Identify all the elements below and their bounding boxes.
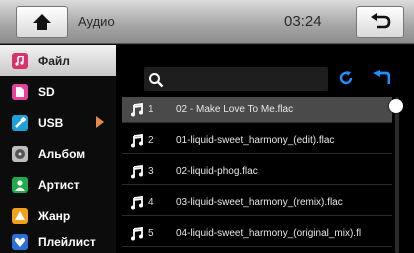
- track-list: 1 02 - Make Love To Me.flac 2 01-liquid-…: [116, 97, 414, 253]
- sidebar-item-usb[interactable]: USB: [0, 107, 116, 138]
- search-input[interactable]: [144, 67, 328, 91]
- usb-icon: [12, 114, 28, 131]
- track-row[interactable]: 1 02 - Make Love To Me.flac: [122, 97, 392, 123]
- track-name: 02 - Make Love To Me.flac: [176, 104, 294, 115]
- sidebar: Файл SD USB Альбом Артист Жанр Плейлист: [0, 45, 116, 253]
- sidebar-item-sd[interactable]: SD: [0, 76, 116, 107]
- back-button[interactable]: [356, 6, 404, 38]
- sidebar-item-artist[interactable]: Артист: [0, 169, 116, 200]
- sidebar-item-label: Жанр: [38, 208, 71, 223]
- sd-card-icon: [12, 83, 28, 100]
- search-icon[interactable]: [148, 72, 164, 88]
- playlist-icon: [12, 234, 28, 250]
- music-note-icon: [131, 226, 143, 240]
- album-icon: [12, 145, 28, 162]
- scrollbar-thumb[interactable]: [389, 99, 403, 113]
- sidebar-item-label: Плейлист: [38, 235, 96, 249]
- sidebar-item-label: Альбом: [38, 146, 86, 161]
- file-icon: [12, 52, 28, 69]
- track-name: 04-liquid-sweet_harmony_(original_mix).f…: [176, 228, 362, 239]
- sidebar-item-genre[interactable]: Жанр: [0, 200, 116, 231]
- app-title: Аудио: [78, 14, 115, 29]
- home-button[interactable]: [16, 6, 68, 38]
- music-note-icon: [131, 102, 143, 116]
- top-bar: Аудио 03:24: [0, 0, 414, 44]
- return-icon: [371, 13, 391, 29]
- track-row[interactable]: 4 03-liquid-sweet_harmony_(remix).flac: [122, 190, 392, 216]
- track-row[interactable]: 2 01-liquid-sweet_harmony_(edit).flac: [122, 128, 392, 154]
- track-number: 5: [148, 228, 154, 239]
- track-name: 01-liquid-sweet_harmony_(edit).flac: [176, 135, 335, 146]
- sidebar-item-file[interactable]: Файл: [0, 45, 116, 76]
- current-source-arrow-icon: [96, 116, 104, 128]
- track-number: 4: [148, 197, 154, 208]
- track-number: 3: [148, 166, 154, 177]
- file-browser: 1 02 - Make Love To Me.flac 2 01-liquid-…: [116, 45, 414, 253]
- scrollbar-track[interactable]: [395, 97, 399, 253]
- up-folder-icon[interactable]: [372, 70, 390, 86]
- sidebar-item-label: Файл: [38, 53, 70, 68]
- track-name: 02-liquid-phog.flac: [176, 166, 258, 177]
- refresh-icon[interactable]: [338, 70, 354, 86]
- track-number: 1: [148, 104, 154, 115]
- track-name: 03-liquid-sweet_harmony_(remix).flac: [176, 197, 343, 208]
- track-number: 2: [148, 135, 154, 146]
- sidebar-item-label: Артист: [38, 177, 80, 192]
- sidebar-item-playlist[interactable]: Плейлист: [0, 231, 116, 253]
- music-note-icon: [131, 164, 143, 178]
- track-row[interactable]: 5 04-liquid-sweet_harmony_(original_mix)…: [122, 221, 392, 247]
- sidebar-item-label: SD: [38, 84, 55, 99]
- home-icon: [33, 14, 51, 30]
- clock: 03:24: [284, 13, 322, 30]
- track-row[interactable]: 3 02-liquid-phog.flac: [122, 159, 392, 185]
- sidebar-item-label: USB: [38, 115, 64, 130]
- sidebar-item-album[interactable]: Альбом: [0, 138, 116, 169]
- music-note-icon: [131, 195, 143, 209]
- music-note-icon: [131, 133, 143, 147]
- genre-icon: [12, 207, 28, 224]
- artist-icon: [12, 176, 28, 193]
